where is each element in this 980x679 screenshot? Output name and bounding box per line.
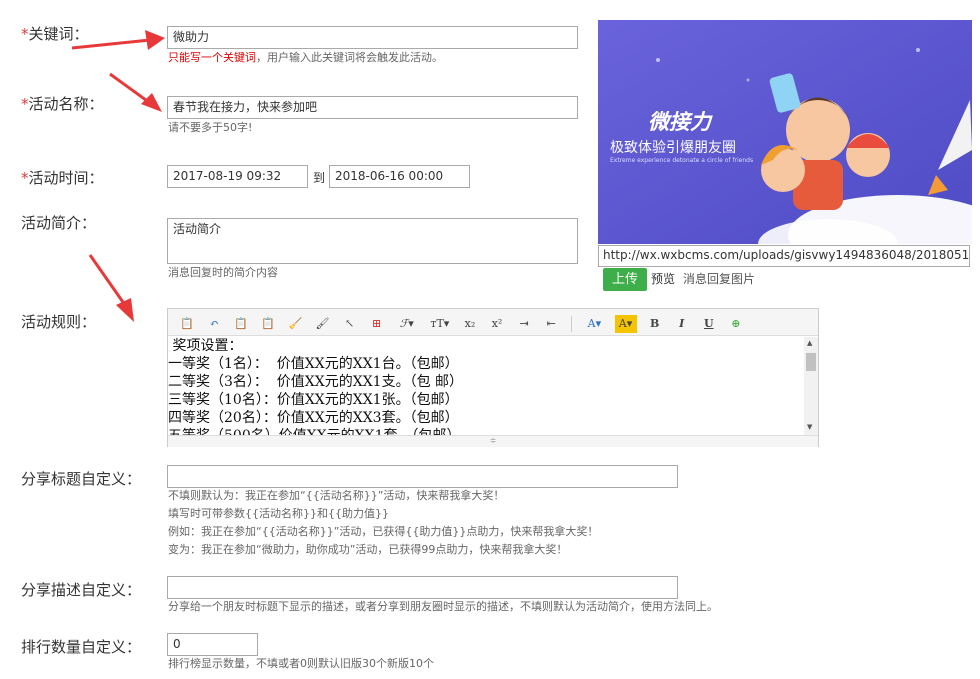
table-icon[interactable]: ⊞ <box>368 315 386 333</box>
activity-intro-hint: 消息回复时的简介内容 <box>168 266 278 279</box>
font-color-icon[interactable]: A▾ <box>583 315 605 333</box>
share-desc-input[interactable] <box>167 576 678 599</box>
share-title-label: 分享标题自定义： <box>21 470 142 488</box>
image-url-input[interactable]: http://wx.wxbcms.com/uploads/gisvwy14948… <box>598 245 970 267</box>
select-icon[interactable]: ↖ <box>341 315 359 333</box>
rule-line: 五等奖（500名）价值XX元的XX1套。（包邮） <box>168 427 804 435</box>
share-desc-hint: 分享给一个朋友时标题下显示的描述，或者分享到朋友圈时显示的描述，不填则默认为活动… <box>168 600 718 613</box>
activity-rules-label: 活动规则： <box>21 313 97 331</box>
toolbar-separator <box>571 315 573 332</box>
activity-intro-textarea[interactable]: 活动简介 <box>167 218 578 264</box>
share-title-hint: 填写时可带参数{{活动名称}}和{{助力值}} <box>168 507 389 520</box>
scroll-down-icon[interactable]: ▼ <box>807 423 812 431</box>
cover-image-preview: 微接力 极致体验引爆朋友圈 Extreme experience detonat… <box>598 20 972 244</box>
rank-count-hint: 排行榜显示数量，不填或者0则默认旧版30个新版10个 <box>168 657 434 670</box>
activity-name-label: *活动名称： <box>21 95 104 113</box>
share-title-hint: 变为：我正在参加“微助力，助你成功”活动，已获得99点助力，快来帮我拿大奖！ <box>168 543 568 556</box>
banner-subtitle: 极致体验引爆朋友圈 <box>610 140 736 156</box>
rich-text-editor: 📋 ↶ 📋 📋 🧹 🖌 ↖ ⊞ ℱ▾ тT▾ x₂ x² ⇥ ⇤ A▾ A▾ B… <box>167 308 819 447</box>
end-time-input[interactable]: 2018-06-16 00:00 <box>329 165 470 188</box>
italic-icon[interactable]: I <box>673 315 691 333</box>
font-size-icon[interactable]: тT▾ <box>428 315 452 333</box>
activity-intro-label: 活动简介： <box>21 214 97 232</box>
format-painter-icon[interactable]: 🖌 <box>313 315 331 333</box>
arrow-to-activity-name <box>109 72 151 105</box>
superscript-icon[interactable]: x² <box>488 315 506 333</box>
scroll-up-icon[interactable]: ▲ <box>807 339 812 347</box>
banner-title: 微接力 <box>648 110 711 134</box>
paste-text-icon[interactable]: 📋 <box>232 315 250 333</box>
activity-time-label: *活动时间： <box>21 169 104 187</box>
preview-link[interactable]: 预览 <box>651 270 675 287</box>
upload-button[interactable]: 上传 <box>603 268 647 291</box>
keyword-input[interactable]: 微助力 <box>167 26 578 49</box>
indent-icon[interactable]: ⇥ <box>515 315 533 333</box>
bold-icon[interactable]: B <box>646 315 664 333</box>
keyword-label: *关键词： <box>21 25 89 43</box>
rule-line: 四等奖（20名）：价值XX元的XX3套。（包邮） <box>168 410 459 426</box>
editor-content[interactable]: 奖项设置： 一等奖（1名）： 价值XX元的XX1台。（包邮） 二等奖（3名）： … <box>168 337 804 435</box>
share-title-hint: 不填则默认为：我正在参加“{{活动名称}}”活动，快来帮我拿大奖！ <box>168 489 505 502</box>
editor-toolbar: 📋 ↶ 📋 📋 🧹 🖌 ↖ ⊞ ℱ▾ тT▾ x₂ x² ⇥ ⇤ A▾ A▾ B… <box>168 309 818 336</box>
time-separator: 到 <box>313 171 326 185</box>
image-caption: 消息回复图片 <box>683 272 756 286</box>
arrow-to-activity-rules <box>88 254 127 306</box>
banner-english: Extreme experience detonate a circle of … <box>610 157 754 164</box>
share-title-hint: 例如：我正在参加“{{活动名称}}”活动，已获得{{助力值}}点助力，快来帮我拿… <box>168 525 599 538</box>
font-family-icon[interactable]: ℱ▾ <box>395 315 419 333</box>
insert-icon[interactable]: ⊕ <box>727 315 745 333</box>
share-desc-label: 分享描述自定义： <box>21 581 142 599</box>
start-time-input[interactable]: 2017-08-19 09:32 <box>167 165 308 188</box>
rank-count-input[interactable]: 0 <box>167 633 258 656</box>
share-title-input[interactable] <box>167 465 678 488</box>
rule-line: 三等奖（10名）：价值XX元的XX1张。（包邮） <box>168 392 459 408</box>
scrollbar-thumb[interactable] <box>806 353 816 371</box>
undo-icon[interactable]: ↶ <box>205 315 223 333</box>
paste-word-icon[interactable]: 📋 <box>259 315 277 333</box>
editor-scrollbar[interactable]: ▲ ▼ <box>804 337 818 435</box>
subscript-icon[interactable]: x₂ <box>461 315 479 333</box>
rule-line: 一等奖（1名）： 价值XX元的XX1台。（包邮） <box>168 356 459 372</box>
paste-icon[interactable]: 📋 <box>178 315 196 333</box>
rule-line: 二等奖（3名）： 价值XX元的XX1支。（包 邮） <box>168 374 464 390</box>
underline-icon[interactable]: U <box>700 315 718 333</box>
clear-format-icon[interactable]: 🧹 <box>286 315 304 333</box>
outdent-icon[interactable]: ⇤ <box>542 315 560 333</box>
activity-name-hint: 请不要多于50字! <box>168 121 253 134</box>
rank-count-label: 排行数量自定义： <box>21 638 142 656</box>
keyword-hint: 只能写一个关键词，用户输入此关键词将会触发此活动。 <box>168 51 443 64</box>
rule-line: 奖项设置： <box>168 338 243 354</box>
activity-name-input[interactable]: 春节我在接力，快来参加吧 <box>167 96 578 119</box>
editor-resize-handle[interactable]: ≑ <box>168 435 818 447</box>
highlight-icon[interactable]: A▾ <box>614 314 637 333</box>
